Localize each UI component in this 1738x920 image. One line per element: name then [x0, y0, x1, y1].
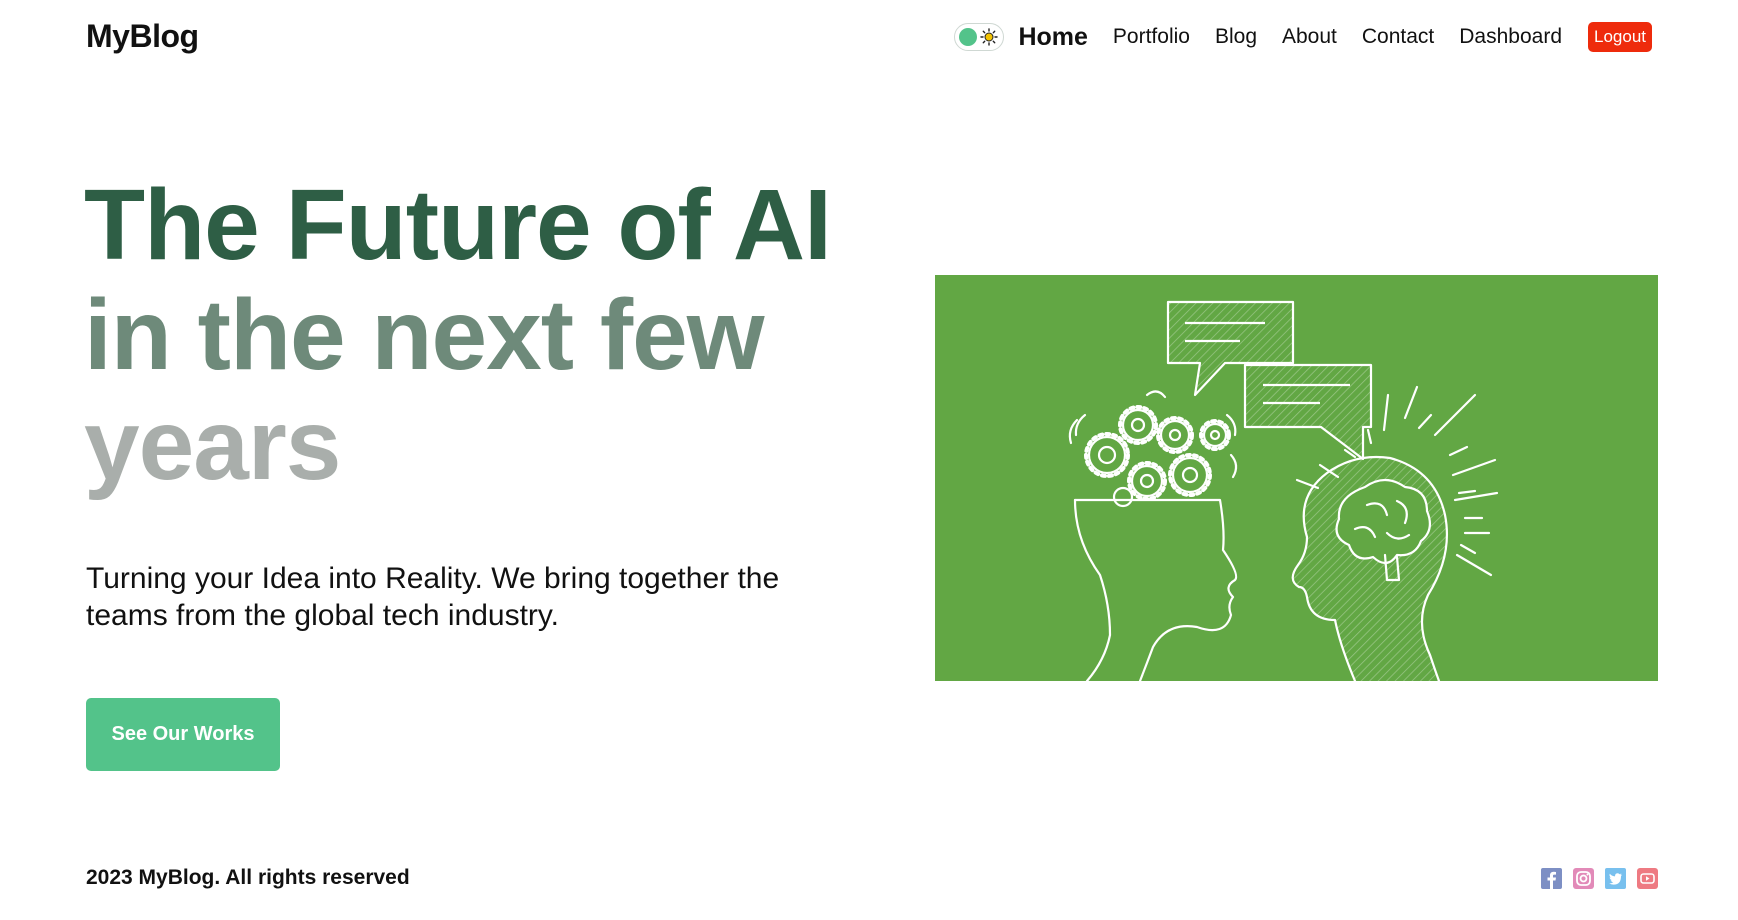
hero-subtitle: Turning your Idea into Reality. We bring…	[86, 562, 780, 632]
hero-title-line: The Future of AI	[84, 169, 832, 281]
nav-contact-link[interactable]: Contact	[1362, 25, 1434, 49]
main-nav: Home Portfolio Blog About Contact Dashbo…	[954, 16, 1652, 58]
facebook-icon[interactable]	[1541, 868, 1562, 889]
logout-button[interactable]: Logout	[1588, 22, 1652, 52]
see-our-works-button[interactable]: See Our Works	[86, 698, 280, 771]
instagram-icon[interactable]	[1573, 868, 1594, 889]
hero-title-line: in the next few	[84, 279, 765, 391]
nav-blog-link[interactable]: Blog	[1215, 25, 1257, 49]
site-logo[interactable]: MyBlog	[86, 18, 199, 55]
nav-dashboard-link[interactable]: Dashboard	[1459, 25, 1562, 49]
twitter-icon[interactable]	[1605, 868, 1626, 889]
toggle-knob	[959, 28, 978, 46]
hero-title: The Future of AI in the next few years	[84, 169, 832, 501]
theme-toggle[interactable]	[954, 23, 1005, 51]
sun-icon	[980, 28, 999, 46]
hero-illustration	[935, 275, 1658, 681]
nav-portfolio-link[interactable]: Portfolio	[1113, 25, 1190, 49]
nav-about-link[interactable]: About	[1282, 25, 1337, 49]
footer-copyright: 2023 MyBlog. All rights reserved	[86, 866, 410, 889]
youtube-icon[interactable]	[1637, 868, 1658, 889]
nav-home-link[interactable]: Home	[1018, 23, 1087, 52]
social-links	[1541, 868, 1658, 889]
hero-title-line: years	[84, 389, 341, 501]
